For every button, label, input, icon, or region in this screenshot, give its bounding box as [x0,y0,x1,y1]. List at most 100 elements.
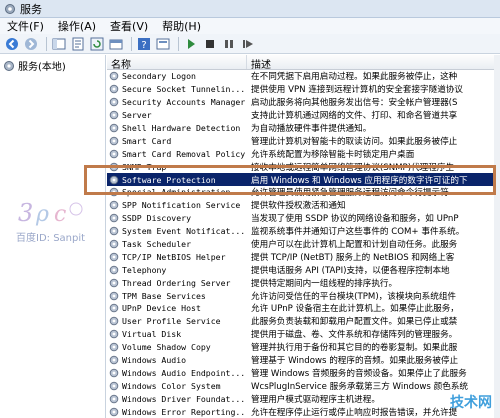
service-description: 允许在程序停止运行或停止响应时报告错误，并允许提 [251,407,458,418]
service-row[interactable]: TPM Base Services 允许访问受信任的平台模块(TPM)，该模块向系… [107,289,500,302]
toolbar-separator [178,36,179,51]
service-description: 在不同凭据下启用启动过程。如果此服务被停止，这种 [251,72,458,83]
service-name: UPnP Device Host [122,303,201,314]
menu-action[interactable]: 操作(A) [51,18,103,34]
service-row[interactable]: Smart Card Removal Policy 允许系统配置为移除智能卡时锁定… [107,147,500,160]
service-name: Secure Socket Tunnelin... [122,84,246,95]
service-gear-icon [109,355,119,365]
service-row[interactable]: SSDP Discovery 当发现了使用 SSDP 协议的网络设备和服务，如 U… [107,212,500,225]
service-name: Volume Shadow Copy [122,342,211,353]
service-gear-icon [109,407,119,416]
service-description: 提供软件授权激活和通知 [251,201,346,212]
service-row[interactable]: Smart Card 管理此计算机对智能卡的取读访问。如果此服务被停止 [107,134,500,147]
service-row[interactable]: Windows Driver Foundat... 管理用户模式驱动程序主机进程。 [107,392,500,405]
refresh-icon[interactable] [89,36,105,52]
service-name: Telephony [122,264,167,275]
window-title: 服务 [20,2,42,16]
service-row[interactable]: System Event Notificat... 监视系统事件并通知订户这些事件… [107,225,500,238]
service-row[interactable]: Security Accounts Manager 启动此服务将向其他服务发出信号… [107,96,500,109]
column-header-description[interactable]: 描述 [247,55,500,71]
service-gear-icon [109,368,119,378]
service-row[interactable]: Task Scheduler 使用户可以在此计算机上配置和计划自动任务。此服务 [107,238,500,251]
service-gear-icon [109,175,119,184]
back-icon[interactable] [4,36,20,52]
service-row[interactable]: Windows Error Reporting... 允许在程序停止运行或停止响应… [107,405,500,418]
service-description: 此服务负责装载和卸载用户配置文件。如果已停止或禁 [251,317,458,328]
service-gear-icon [109,110,119,120]
service-row[interactable]: Special Administration ... 允许管理员使用紧急管理服务远… [107,186,500,199]
service-row[interactable]: SPP Notification Service 提供软件授权激活和通知 [107,199,500,212]
menu-bar: 文件(F) 操作(A) 查看(V) 帮助(H) [0,18,500,34]
service-name: User Profile Service [122,316,221,327]
service-gear-icon [109,72,119,81]
service-name-cell: TCP/IP NetBIOS Helper [107,252,247,262]
service-row[interactable]: Shell Hardware Detection 为自动播放硬件事件提供通知。 [107,122,500,135]
service-name: Security Accounts Manager [122,97,246,108]
menu-file[interactable]: 文件(F) [0,18,51,34]
service-name: Secondary Logon [122,71,196,82]
service-gear-icon [109,329,119,339]
play-icon[interactable] [183,36,199,52]
service-name-cell: Windows Driver Foundat... [107,394,247,404]
service-row[interactable]: Server 支持此计算机通过网络的文件、打印、和命名管道共享 [107,109,500,122]
service-row[interactable]: Windows Audio Endpoint... 管理 Windows 音频服务… [107,366,500,379]
service-name-cell: Thread Ordering Server [107,278,247,288]
service-row[interactable]: Volume Shadow Copy 管理并执行用于备份和其它目的的卷影复制。如果… [107,341,500,354]
service-name-cell: Windows Audio [107,355,247,365]
service-row[interactable]: Thread Ordering Server 提供特定期间内一组线程的排序执行。 [107,276,500,289]
stop-icon[interactable] [202,36,218,52]
service-gear-icon [109,291,119,300]
properties-icon[interactable] [70,36,86,52]
service-row[interactable]: Virtual Disk 提供用于磁盘、卷、文件系统和存储阵列的管理服务。 [107,328,500,341]
service-row[interactable]: Secure Socket Tunnelin... 提供使用 VPN 连接到远程计… [107,83,500,96]
service-gear-icon [109,85,119,94]
tree-item-services-local[interactable]: 服务(本地) [0,55,105,76]
service-row[interactable]: UPnP Device Host 允许 UPnP 设备宿主在此计算机上。如果停止此… [107,302,500,315]
service-row[interactable]: TCP/IP NetBIOS Helper 提供 TCP/IP (NetBT) 服… [107,250,500,263]
service-name: SNMP Trap [122,161,167,172]
service-name-cell: Secondary Logon [107,71,247,81]
pause-icon[interactable] [221,36,237,52]
service-row[interactable]: Windows Audio 管理基于 Windows 的程序的音频。如果此服务被停… [107,354,500,367]
service-row[interactable]: Telephony 提供电话服务 API (TAPI)支持，以便各程序控制本地 [107,263,500,276]
service-name: SSDP Discovery [122,213,192,224]
service-name-cell: Windows Audio Endpoint... [107,368,247,378]
service-name-cell: Shell Hardware Detection [107,123,247,133]
service-row[interactable]: Software Protection 启用 Windows 和 Windows … [107,173,500,187]
menu-view[interactable]: 查看(V) [103,18,155,34]
view-icon[interactable] [155,36,171,52]
service-name: Thread Ordering Server [122,277,231,288]
service-row[interactable]: Secondary Logon 在不同凭据下启用启动过程。如果此服务被停止，这种 [107,70,500,83]
service-name-cell: TPM Base Services [107,291,247,301]
export-icon[interactable] [108,36,124,52]
tree-item-label: 服务(本地) [18,62,66,73]
service-name-cell: Volume Shadow Copy [107,342,247,352]
service-gear-icon [109,201,119,210]
service-gear-icon [109,381,119,391]
service-gear-icon [109,317,119,326]
vertical-scrollbar[interactable] [494,55,500,418]
help-icon[interactable]: ? [136,36,152,52]
service-description: 提供 TCP/IP (NetBT) 服务上的 NetBIOS 和网络上客 [251,252,455,263]
service-description: 管理 Windows 音频服务的音频设备。如果停止了此服务 [251,368,467,379]
console-tree-icon[interactable] [51,36,67,52]
menu-help[interactable]: 帮助(H) [155,18,208,34]
service-name: Windows Audio Endpoint... [122,367,246,378]
service-gear-icon [109,304,119,313]
service-description: 支持此计算机通过网络的文件、打印、和命名管道共享 [251,111,458,122]
service-name: Smart Card Removal Policy [122,148,246,159]
service-row[interactable]: User Profile Service 此服务负责装载和卸载用户配置文件。如果已… [107,315,500,328]
restart-icon[interactable] [240,36,256,52]
service-name: Software Protection [122,174,216,185]
service-description: 允许访问受信任的平台模块(TPM)，该模块向系统组件 [251,291,457,302]
forward-icon[interactable] [23,36,39,52]
service-name-cell: SPP Notification Service [107,200,247,210]
column-header-name[interactable]: 名称 [107,55,247,71]
service-name-cell: System Event Notificat... [107,226,247,236]
service-row[interactable]: SNMP Trap 接收本地或远程简单网络管理协议(SNMP)代理程序生 [107,160,500,173]
service-name: Windows Audio [122,355,187,366]
service-description: 管理基于 Windows 的程序的音频。如果此服务被停止 [251,356,459,367]
service-description: 为自动播放硬件事件提供通知。 [251,124,372,134]
service-name: Task Scheduler [122,239,192,250]
service-row[interactable]: Windows Color System WcsPlugInService 服务承… [107,379,500,392]
